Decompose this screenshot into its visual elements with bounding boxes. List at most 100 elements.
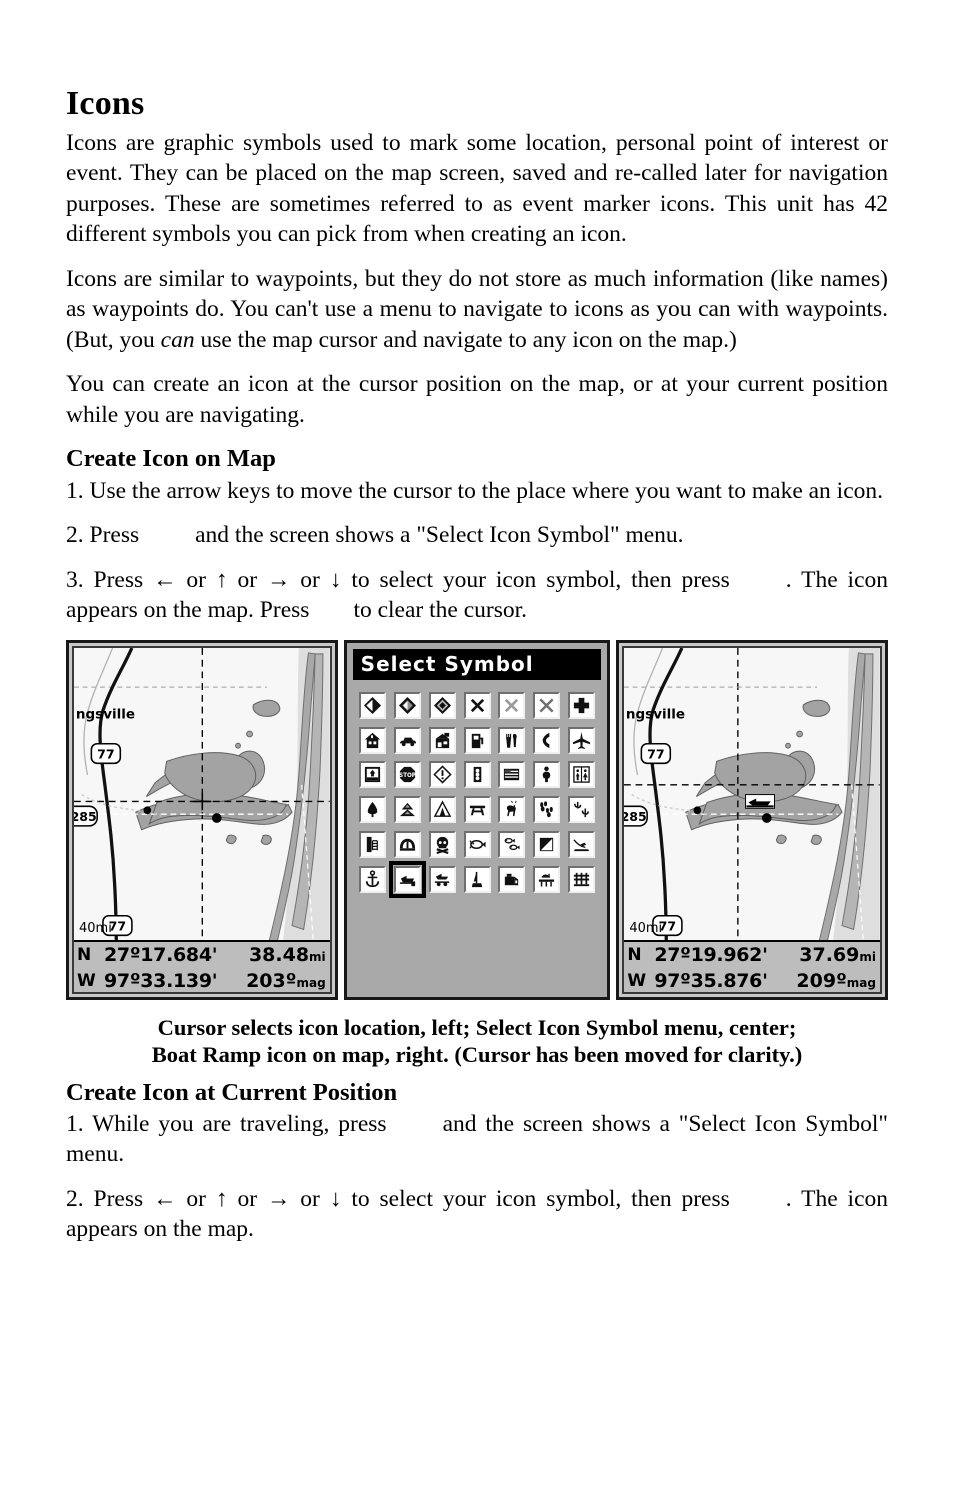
fuel-pump-icon (471, 733, 483, 748)
symbol-cell-picnic-table[interactable] (462, 794, 493, 825)
tackle-box-icon (505, 874, 519, 886)
symbol-cell-house[interactable] (357, 725, 388, 756)
svg-text:ngsville: ngsville (76, 706, 135, 722)
dock-icon (539, 874, 555, 887)
symbol-cell-diamond-outline[interactable] (427, 690, 458, 721)
pier-icon (574, 873, 590, 887)
symbol-cell-water-skier[interactable] (566, 829, 597, 860)
symbol-cell-bridge[interactable] (392, 829, 423, 860)
boat-trailer-icon (434, 874, 449, 887)
symbol-grid[interactable]: STOP (347, 680, 608, 899)
latitude-left: 27º17.684' (104, 943, 218, 966)
symbol-cell-person[interactable] (531, 759, 562, 790)
symbol-cell-car[interactable] (392, 725, 423, 756)
two-fish-icon (505, 838, 521, 851)
symbol-cell-mountains[interactable] (392, 794, 423, 825)
symbol-cell-airplane[interactable] (566, 725, 597, 756)
symbol-cell-x-solid[interactable] (462, 690, 493, 721)
house-icon (364, 732, 380, 748)
svg-text:77: 77 (647, 746, 664, 761)
map-step-2: 2. Press and the screen shows a "Select I… (66, 520, 888, 551)
map-step-3: 3. Press ← or ↑ or → or ↓ to select your… (66, 565, 888, 626)
symbol-cell-flag[interactable] (496, 759, 527, 790)
warning-icon (432, 765, 452, 785)
store-icon (435, 732, 449, 748)
symbol-cell-dock[interactable] (531, 864, 562, 895)
symbol-cell-cross[interactable] (566, 690, 597, 721)
x-mark-solid-icon (470, 698, 484, 712)
status-row-lon-right: W 97º35.876' 209ºmag (624, 968, 880, 992)
caption-line-2: Boat Ramp icon on map, right. (Cursor ha… (151, 1041, 803, 1067)
svg-text:STOP: STOP (399, 773, 416, 779)
placed-boat-ramp-icon (745, 793, 776, 809)
select-symbol-menu[interactable]: Select Symbol STOP (343, 639, 611, 1000)
lat-hemisphere-right: N (627, 944, 642, 965)
status-row-lat-right: N 27º19.962' 37.69mi (624, 942, 880, 968)
symbol-cell-buoy[interactable] (462, 864, 493, 895)
map-step-2-text-a: 2. Press (66, 522, 140, 549)
current-step-2: 2. Press ← or ↑ or → or ↓ to select your… (66, 1184, 888, 1245)
symbol-cell-deer[interactable] (496, 794, 527, 825)
symbol-cell-x-hatched[interactable] (496, 690, 527, 721)
symbol-cell-danger-skull[interactable] (427, 829, 458, 860)
symbol-cell-x-thin[interactable] (531, 690, 562, 721)
boat-ramp-icon (399, 876, 415, 887)
diamond-outline-icon (433, 696, 451, 714)
picnic-table-icon (469, 806, 485, 816)
symbol-cell-tackle-box[interactable] (496, 864, 527, 895)
water-skier-icon (573, 839, 590, 852)
exit-sign-icon (364, 767, 380, 783)
symbol-cell-stop[interactable]: STOP (392, 759, 423, 790)
x-mark-hatched-icon (505, 698, 519, 712)
bearing-unit-left: mag (296, 975, 326, 990)
dive-flag-icon (540, 838, 554, 852)
symbol-cell-fish[interactable] (462, 829, 493, 860)
symbol-cell-cactus[interactable] (566, 794, 597, 825)
diamond-filled-icon (363, 696, 381, 714)
symbol-cell-boat-trailer[interactable] (427, 864, 458, 895)
section-heading-create-icon-current-position: Create Icon at Current Position (66, 1078, 398, 1106)
symbol-cell-anchor[interactable] (357, 864, 388, 895)
symbol-cell-oil-rig[interactable] (357, 829, 388, 860)
gps-screen-left-cursor: ngsville 77 285 77 (66, 639, 338, 1000)
tent-icon (433, 800, 451, 818)
mountains-icon (399, 803, 415, 817)
restaurant-icon (506, 733, 518, 748)
symbol-cell-telephone[interactable] (531, 725, 562, 756)
symbol-cell-exit[interactable] (357, 759, 388, 790)
bearing-value-left: 203º (246, 969, 297, 992)
symbol-cell-tree[interactable] (357, 794, 388, 825)
symbol-cell-pier[interactable] (566, 864, 597, 895)
symbol-cell-warning[interactable] (427, 759, 458, 790)
symbol-cell-two-fish[interactable] (496, 829, 527, 860)
svg-text:ngsville: ngsville (626, 706, 685, 722)
cross-plus-icon (574, 697, 590, 713)
symbol-cell-traffic-light[interactable] (462, 759, 493, 790)
svg-text:285: 285 (74, 808, 97, 823)
svg-text:77: 77 (97, 746, 114, 761)
symbol-cell-tracks[interactable] (531, 794, 562, 825)
map-scale-right: 40mi (629, 920, 663, 936)
symbol-cell-fuel[interactable] (462, 725, 493, 756)
cactus-icon (574, 802, 590, 818)
bridge-icon (399, 839, 415, 852)
longitude-left: 97º33.139' (104, 969, 218, 992)
car-icon (399, 737, 416, 746)
symbol-cell-store[interactable] (427, 725, 458, 756)
symbol-cell-restroom[interactable] (566, 759, 597, 790)
lon-hemisphere-right: W (627, 970, 647, 991)
lat-hemisphere-left: N (77, 944, 92, 965)
buoy-marker-icon (471, 872, 482, 888)
bearing-value-right: 209º (796, 969, 847, 992)
flag-icon (504, 769, 520, 781)
symbol-cell-dive-flag[interactable] (531, 829, 562, 860)
symbol-cell-tent[interactable] (427, 794, 458, 825)
map-step-1: 1. Use the arrow keys to move the cursor… (66, 477, 884, 504)
symbol-cell-restaurant[interactable] (496, 725, 527, 756)
symbol-cell-diamond-half[interactable] (392, 690, 423, 721)
svg-text:285: 285 (624, 808, 647, 823)
figure-caption: Cursor selects icon location, left; Sele… (80, 1014, 874, 1068)
symbol-cell-boat-ramp[interactable] (388, 861, 426, 899)
symbol-cell-diamond-filled[interactable] (357, 690, 388, 721)
distance-unit-left: mi (309, 949, 326, 964)
